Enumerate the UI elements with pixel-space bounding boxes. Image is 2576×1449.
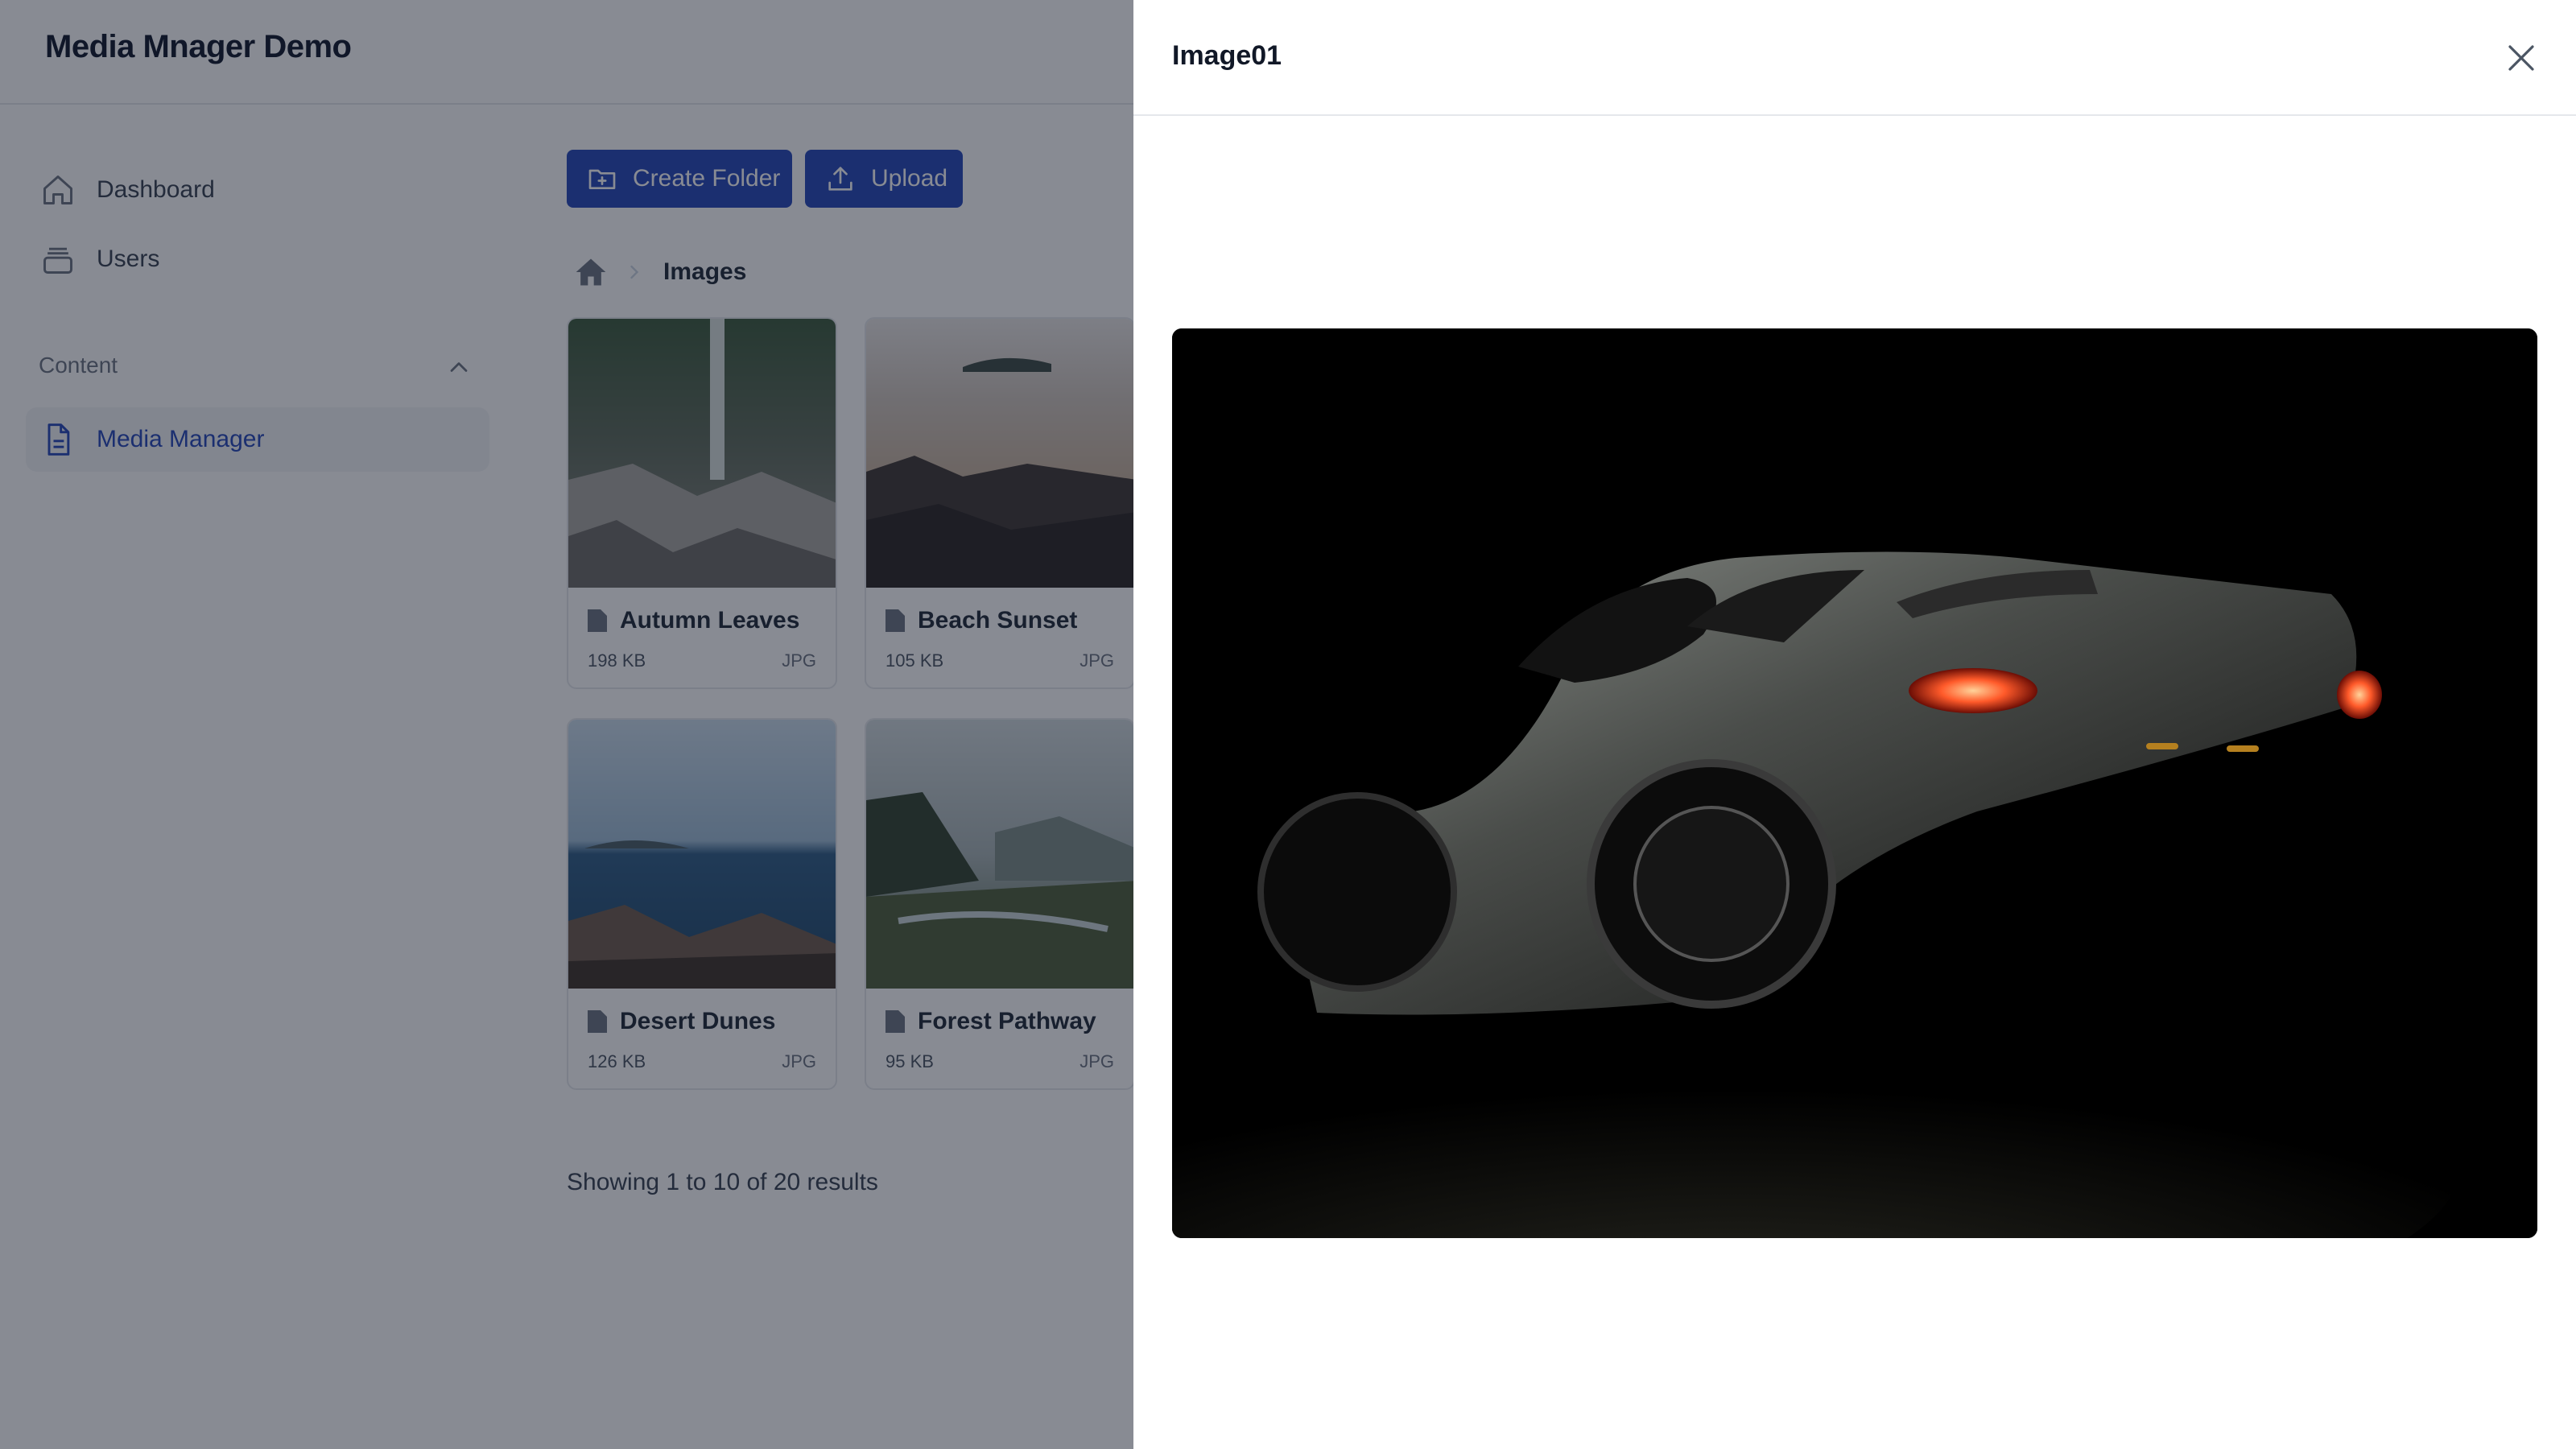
close-icon[interactable] [2502,39,2541,77]
panel-title: Image01 [1172,40,1282,71]
sports-car-photo [1172,328,2537,1238]
panel-header: Image01 [1133,0,2576,116]
image-preview-panel: Image01 [1133,0,2576,1449]
image-preview [1172,328,2537,1238]
